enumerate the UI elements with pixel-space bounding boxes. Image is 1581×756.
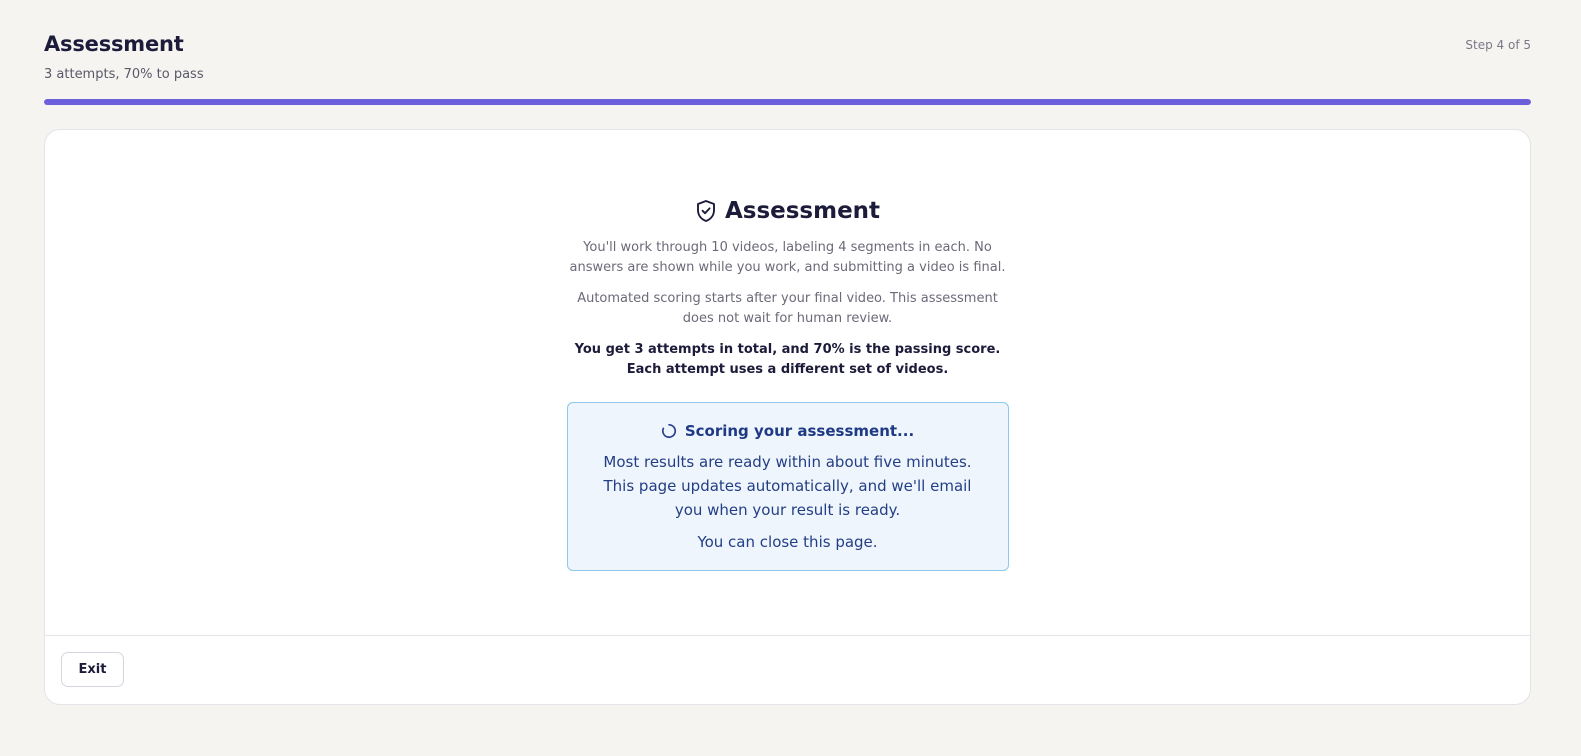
shield-check-icon xyxy=(695,199,717,223)
card-footer: Exit xyxy=(45,635,1530,704)
scoring-status-box: Scoring your assessment... Most results … xyxy=(566,402,1009,571)
page-header: Assessment 3 attempts, 70% to pass Step … xyxy=(44,30,1531,84)
page-subtitle: 3 attempts, 70% to pass xyxy=(44,67,204,82)
scoring-paragraph: Automated scoring starts after your fina… xyxy=(577,291,998,326)
card-body: Assessment You'll work through 10 videos… xyxy=(45,130,1530,636)
assessment-content: Assessment You'll work through 10 videos… xyxy=(563,130,1013,571)
page-title: Assessment xyxy=(44,32,184,56)
progress-bar xyxy=(44,99,1531,105)
intro-paragraph: You'll work through 10 videos, labeling … xyxy=(569,240,1006,275)
assessment-card: Assessment You'll work through 10 videos… xyxy=(44,129,1531,705)
status-title: Scoring your assessment... xyxy=(684,422,915,440)
progress-bar-fill xyxy=(44,99,1531,105)
content-title-row: Assessment xyxy=(563,196,1013,226)
attempts-paragraph: You get 3 attempts in total, and 70% is … xyxy=(574,342,1001,377)
exit-button[interactable]: Exit xyxy=(61,652,124,687)
status-message: Most results are ready within about five… xyxy=(603,453,972,519)
spinner-icon xyxy=(661,423,677,439)
status-title-row: Scoring your assessment... xyxy=(588,421,988,441)
step-indicator: Step 4 of 5 xyxy=(1465,38,1531,52)
status-note: You can close this page. xyxy=(697,533,878,551)
content-title: Assessment xyxy=(724,198,881,224)
